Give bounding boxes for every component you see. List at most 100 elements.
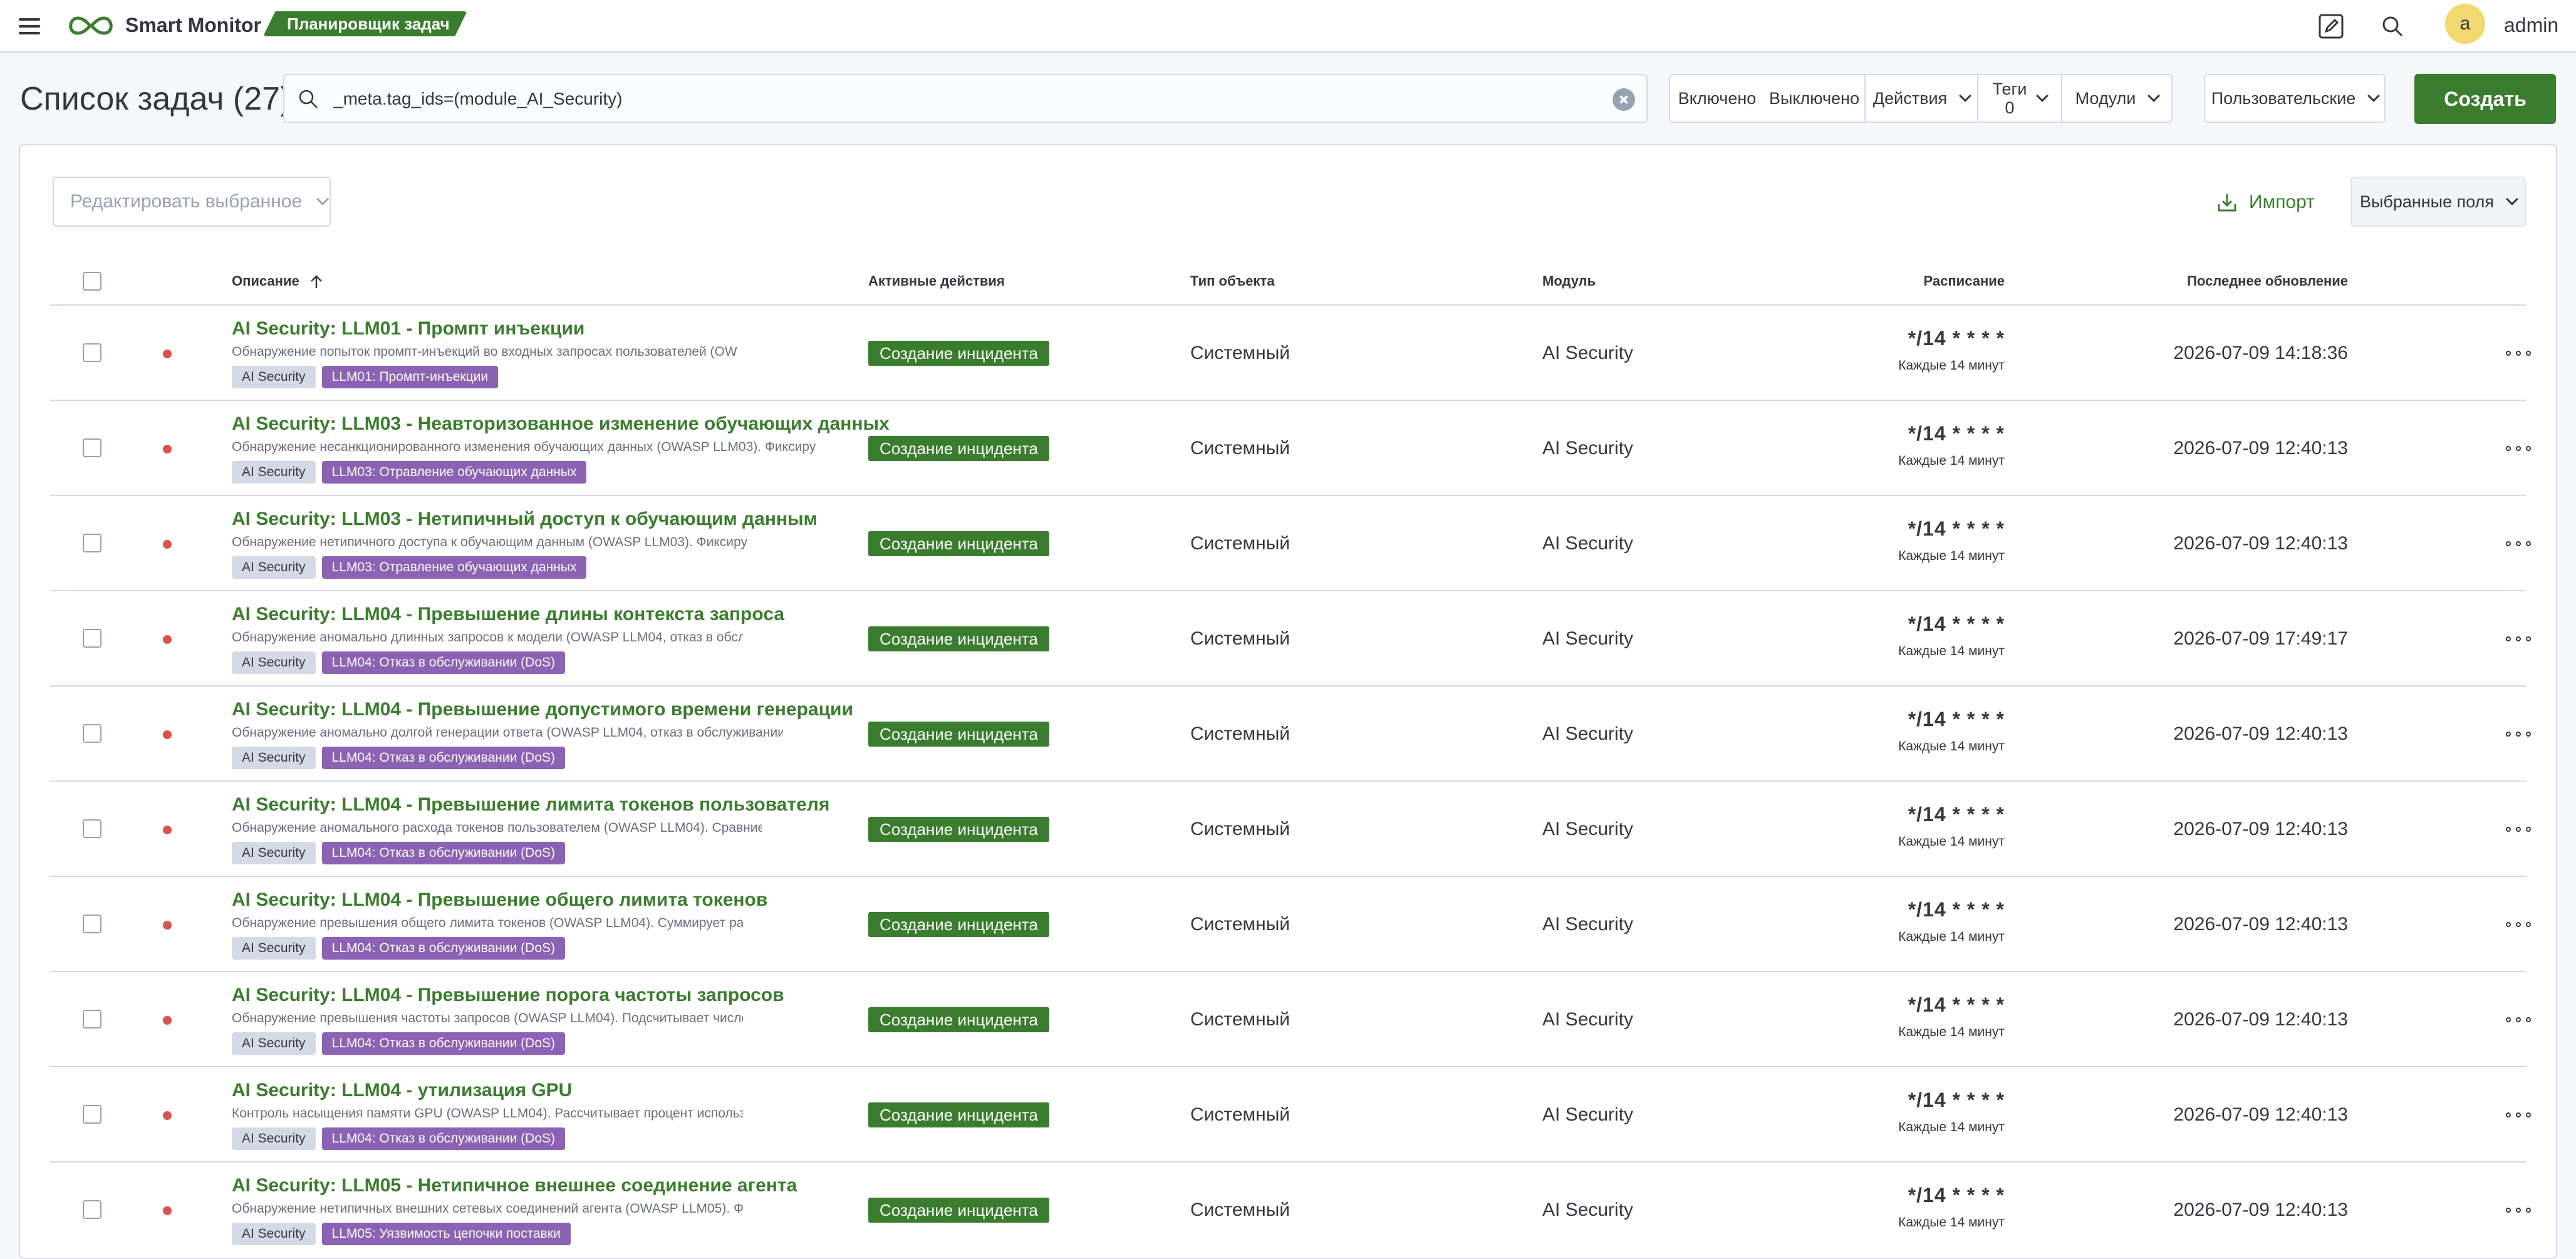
select-all-checkbox[interactable]	[83, 272, 101, 291]
row-checkbox[interactable]	[83, 1010, 101, 1028]
more-icon[interactable]	[2506, 1109, 2531, 1121]
search-input[interactable]	[332, 85, 1572, 113]
module-tag[interactable]: AI Security	[232, 842, 316, 864]
col-module[interactable]: Модуль	[1542, 273, 1596, 289]
module-tag[interactable]: AI Security	[232, 1223, 316, 1245]
module-tag[interactable]: AI Security	[232, 1032, 316, 1055]
object-type: Системный	[1190, 914, 1291, 935]
col-updated[interactable]: Последнее обновление	[2187, 273, 2348, 289]
owasp-tag[interactable]: LLM04: Отказ в обслуживании (DoS)	[321, 937, 565, 960]
import-button[interactable]: Импорт	[2216, 189, 2315, 215]
schedule-human: Каждые 14 минут	[1898, 834, 2005, 849]
more-icon[interactable]	[2506, 918, 2531, 931]
module-tag[interactable]: AI Security	[232, 937, 316, 960]
task-title-link[interactable]: AI Security: LLM04 - Превышение общего л…	[232, 889, 767, 911]
task-title-link[interactable]: AI Security: LLM05 - Нетипичное внешнее …	[232, 1175, 797, 1196]
tags-label: Теги	[1992, 80, 2027, 98]
filter-group: Включено Выключено Действия Теги 0 Модул…	[1669, 74, 2173, 123]
create-button[interactable]: Создать	[2414, 74, 2556, 124]
task-tags: AI Security LLM03: Отравление обучающих …	[232, 461, 587, 484]
table-row: AI Security: LLM04 - Превышение допустим…	[50, 686, 2531, 782]
module-name: AI Security	[1542, 1199, 1634, 1220]
table-row: AI Security: LLM04 - Превышение лимита т…	[50, 782, 2531, 877]
more-icon[interactable]	[2506, 1204, 2531, 1216]
page-title: Список задач (27)	[20, 81, 291, 117]
modules-dropdown[interactable]: Модули	[2061, 75, 2171, 122]
last-updated: 2026-07-09 17:49:17	[2173, 628, 2348, 649]
owasp-tag[interactable]: LLM04: Отказ в обслуживании (DoS)	[321, 1127, 565, 1150]
col-actions[interactable]: Активные действия	[868, 273, 1005, 289]
selected-fields-dropdown[interactable]: Выбранные поля	[2350, 177, 2526, 227]
owasp-tag[interactable]: LLM05: Уязвимость цепочки поставки	[321, 1223, 571, 1245]
owasp-tag[interactable]: LLM03: Отравление обучающих данных	[321, 556, 587, 579]
tags-count: 0	[2005, 98, 2015, 117]
more-icon[interactable]	[2506, 728, 2531, 740]
table-header: Описание Активные действия Тип объекта М…	[50, 256, 2526, 306]
task-title-link[interactable]: AI Security: LLM04 - Превышение допустим…	[232, 699, 853, 720]
username[interactable]: admin	[2504, 13, 2558, 38]
owasp-tag[interactable]: LLM04: Отказ в обслуживании (DoS)	[321, 651, 565, 674]
filter-disabled-button[interactable]: Выключено	[1764, 75, 1864, 122]
status-dot	[163, 350, 172, 358]
module-tag[interactable]: AI Security	[232, 366, 316, 388]
edit-selected-dropdown[interactable]: Редактировать выбранное	[53, 177, 331, 227]
app-badge[interactable]: Планировщик задач	[263, 11, 467, 36]
task-tags: AI Security LLM04: Отказ в обслуживании …	[232, 747, 565, 769]
more-icon[interactable]	[2506, 537, 2531, 550]
task-title-link[interactable]: AI Security: LLM01 - Промпт инъекции	[232, 318, 584, 339]
task-title-link[interactable]: AI Security: LLM04 - Превышение длины ко…	[232, 604, 784, 625]
actions-dropdown[interactable]: Действия	[1864, 75, 1977, 122]
schedule-cron: */14 * * * *	[1908, 1184, 2005, 1206]
avatar[interactable]: a	[2445, 4, 2485, 44]
menu-icon[interactable]	[19, 14, 41, 39]
custom-dropdown[interactable]: Пользовательские	[2204, 74, 2386, 123]
table-row: AI Security: LLM04 - Превышение порога ч…	[50, 972, 2531, 1067]
module-tag[interactable]: AI Security	[232, 1127, 316, 1150]
row-checkbox[interactable]	[83, 914, 101, 933]
owasp-tag[interactable]: LLM04: Отказ в обслуживании (DoS)	[321, 1032, 565, 1055]
last-updated: 2026-07-09 14:18:36	[2173, 343, 2348, 363]
task-title-link[interactable]: AI Security: LLM04 - Превышение порога ч…	[232, 985, 784, 1006]
tags-dropdown[interactable]: Теги 0	[1977, 75, 2061, 122]
owasp-tag[interactable]: LLM03: Отравление обучающих данных	[321, 461, 587, 484]
module-tag[interactable]: AI Security	[232, 651, 316, 674]
row-checkbox[interactable]	[83, 629, 101, 648]
module-tag[interactable]: AI Security	[232, 747, 316, 769]
more-icon[interactable]	[2506, 442, 2531, 455]
task-title-link[interactable]: AI Security: LLM03 - Нетипичный доступ к…	[232, 509, 818, 530]
filter-enabled-button[interactable]: Включено	[1670, 75, 1764, 122]
status-dot	[163, 540, 172, 549]
row-checkbox[interactable]	[83, 534, 101, 552]
row-checkbox[interactable]	[83, 1200, 101, 1219]
task-description: Обнаружение превышения частоты запросов …	[232, 1011, 743, 1025]
schedule-cron: */14 * * * *	[1908, 517, 2005, 540]
col-object-type[interactable]: Тип объекта	[1190, 273, 1275, 289]
task-title-link[interactable]: AI Security: LLM03 - Неавторизованное из…	[232, 413, 890, 435]
task-description: Обнаружение аномально длинных запросов к…	[232, 630, 743, 645]
edit-icon[interactable]	[2316, 11, 2346, 41]
more-icon[interactable]	[2506, 823, 2531, 836]
row-checkbox[interactable]	[83, 819, 101, 838]
task-title-link[interactable]: AI Security: LLM04 - Превышение лимита т…	[232, 794, 829, 816]
clear-icon[interactable]	[1613, 88, 1635, 111]
col-description[interactable]: Описание	[232, 273, 323, 289]
module-tag[interactable]: AI Security	[232, 461, 316, 484]
row-checkbox[interactable]	[83, 1105, 101, 1124]
more-icon[interactable]	[2506, 633, 2531, 645]
row-checkbox[interactable]	[83, 724, 101, 743]
row-checkbox[interactable]	[83, 343, 101, 362]
search-icon[interactable]	[2377, 11, 2407, 41]
module-tag[interactable]: AI Security	[232, 556, 316, 579]
status-dot	[163, 921, 172, 930]
owasp-tag[interactable]: LLM04: Отказ в обслуживании (DoS)	[321, 842, 565, 864]
brand-name: Smart Monitor	[125, 14, 261, 36]
schedule-cron: */14 * * * *	[1908, 613, 2005, 635]
more-icon[interactable]	[2506, 1013, 2531, 1026]
owasp-tag[interactable]: LLM01: Промпт-инъекции	[321, 366, 499, 388]
object-type: Системный	[1190, 628, 1291, 649]
more-icon[interactable]	[2506, 347, 2531, 360]
row-checkbox[interactable]	[83, 438, 101, 457]
task-title-link[interactable]: AI Security: LLM04 - утилизация GPU	[232, 1080, 572, 1101]
col-schedule[interactable]: Расписание	[1924, 273, 2005, 289]
owasp-tag[interactable]: LLM04: Отказ в обслуживании (DoS)	[321, 747, 565, 769]
